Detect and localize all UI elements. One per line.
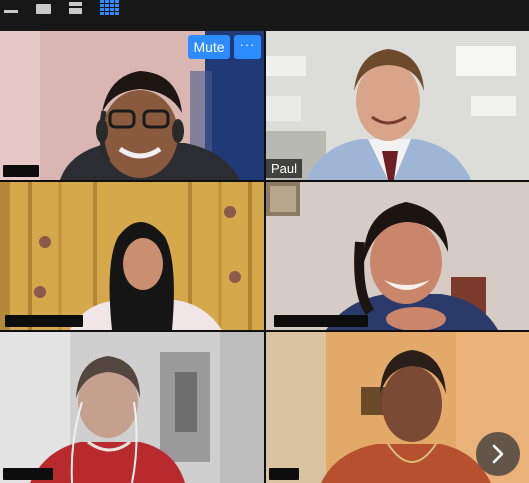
participant-video <box>266 182 529 330</box>
more-options-button[interactable]: ··· <box>234 35 261 59</box>
video-tile[interactable] <box>266 182 529 330</box>
filmstrip-view-icon[interactable] <box>65 2 87 16</box>
speaker-view-icon[interactable] <box>33 2 55 16</box>
participant-name-redacted <box>269 468 299 480</box>
participant-name-redacted <box>3 165 39 177</box>
video-tile[interactable]: Paul <box>266 31 529 180</box>
minimize-icon[interactable] <box>1 2 23 16</box>
participant-video <box>0 182 264 330</box>
participant-video <box>0 332 264 483</box>
meeting-toolbar <box>0 0 529 31</box>
participant-name-redacted <box>3 468 53 480</box>
video-tile[interactable] <box>0 182 264 330</box>
gallery-view-icon[interactable] <box>97 0 121 16</box>
participant-name-redacted <box>5 315 83 327</box>
participant-name-redacted <box>274 315 368 327</box>
video-tile-active-speaker[interactable] <box>0 332 264 483</box>
participant-name-label: Paul <box>266 159 303 178</box>
mute-button[interactable]: Mute <box>188 35 230 59</box>
gallery-grid: Paul <box>0 31 529 483</box>
chevron-right-icon <box>492 444 504 464</box>
next-page-button[interactable] <box>476 432 520 476</box>
participant-video <box>266 31 529 180</box>
